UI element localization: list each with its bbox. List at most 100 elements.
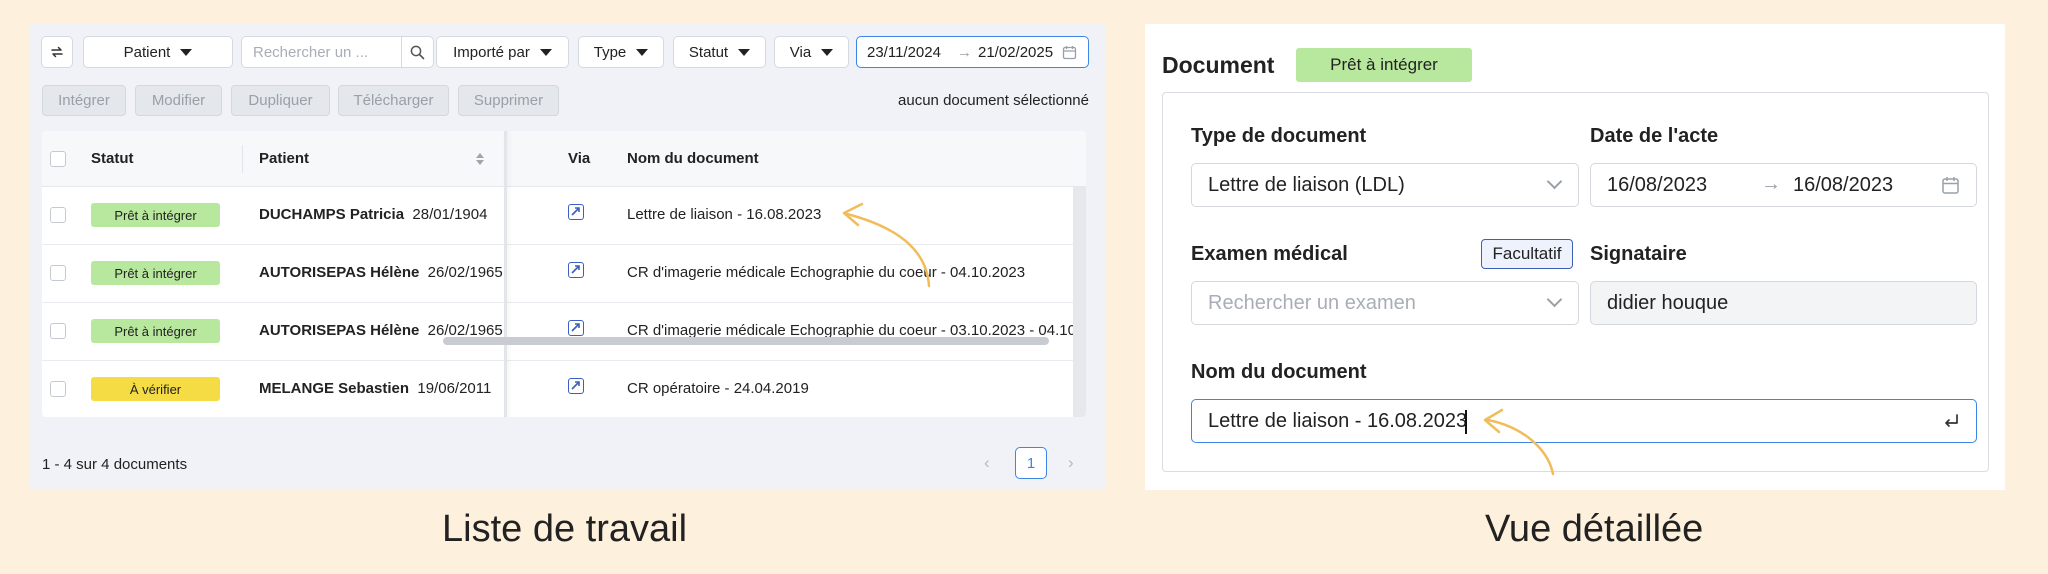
vertical-scrollbar[interactable] (1073, 187, 1086, 417)
via-filter-button[interactable]: Via (774, 36, 849, 68)
refresh-icon (51, 46, 63, 58)
table-row[interactable]: Prêt à intégrer AUTORISEPAS Hélène 26/02… (42, 245, 1073, 303)
optional-tag: Facultatif (1481, 239, 1573, 269)
patient-cell: MELANGE Sebastien 19/06/2011 (259, 380, 491, 397)
patient-name: AUTORISEPAS Hélène (259, 322, 420, 339)
column-via[interactable]: Via (568, 150, 590, 167)
detail-status-badge: Prêt à intégrer (1296, 48, 1472, 82)
column-patient[interactable]: Patient (259, 150, 309, 167)
row-checkbox[interactable] (50, 323, 66, 339)
doc-type-value: Lettre de liaison (LDL) (1208, 174, 1405, 196)
patient-search (241, 36, 434, 68)
exam-label: Examen médical (1191, 243, 1348, 265)
signatory-label: Signataire (1590, 243, 1687, 265)
type-filter-label: Type (593, 43, 627, 61)
act-date-from: 16/08/2023 (1607, 174, 1708, 196)
column-divider (242, 145, 243, 173)
caret-down-icon (738, 48, 751, 56)
table-header: Statut Patient Via Nom du document (42, 131, 1086, 187)
via-icon (568, 378, 584, 394)
caret-down-icon (180, 48, 193, 56)
row-checkbox[interactable] (50, 207, 66, 223)
date-from: 23/11/2024 (867, 44, 941, 61)
imported-by-filter-label: Importé par (453, 43, 530, 61)
documents-table: Statut Patient Via Nom du document Prêt … (42, 131, 1086, 417)
page-button[interactable]: 1 (1015, 447, 1047, 479)
row-checkbox[interactable] (50, 265, 66, 281)
calendar-icon (1062, 46, 1077, 60)
chevron-down-icon (1546, 173, 1563, 190)
table-row[interactable]: À vérifier MELANGE Sebastien 19/06/2011 … (42, 361, 1073, 417)
status-badge: Prêt à intégrer (91, 261, 220, 285)
next-page-icon[interactable]: › (1068, 453, 1074, 473)
caret-down-icon (539, 48, 552, 56)
row-checkbox[interactable] (50, 381, 66, 397)
exam-search-select[interactable]: Rechercher un examen (1191, 281, 1579, 325)
act-date-to: 16/08/2023 (1793, 174, 1894, 196)
document-count: 1 - 4 sur 4 documents (42, 456, 188, 473)
worklist-panel: Patient Importé par Type Statut Via 23/1… (29, 24, 1105, 490)
worklist-caption: Liste de travail (442, 508, 688, 550)
signatory-field[interactable]: didier houque (1590, 281, 1977, 325)
duplicate-button[interactable]: Dupliquer (231, 85, 330, 116)
patient-cell: AUTORISEPAS Hélène 26/02/1965 (259, 264, 503, 281)
chevron-down-icon (1546, 291, 1563, 308)
horizontal-scrollbar[interactable] (443, 337, 1049, 345)
doc-type-select[interactable]: Lettre de liaison (LDL) (1191, 163, 1579, 207)
detail-title: Document (1162, 52, 1275, 78)
document-name-cell: Lettre de liaison - 16.08.2023 (627, 206, 822, 223)
exam-placeholder: Rechercher un examen (1208, 292, 1416, 314)
detail-caption: Vue détaillée (1485, 508, 1704, 550)
doc-type-label: Type de document (1191, 125, 1367, 147)
patient-name: DUCHAMPS Patricia (259, 206, 405, 223)
document-name-cell: CR opératoire - 24.04.2019 (627, 380, 809, 397)
status-filter-label: Statut (688, 43, 729, 61)
date-range-arrow-icon: → (957, 44, 972, 61)
select-all-checkbox[interactable] (50, 151, 66, 167)
act-date-range[interactable]: 16/08/2023 → 16/08/2023 (1590, 163, 1977, 207)
act-date-label: Date de l'acte (1590, 125, 1719, 147)
patient-filter-button[interactable]: Patient (83, 36, 233, 68)
patient-search-input[interactable] (242, 37, 402, 67)
previous-page-icon[interactable]: ‹ (984, 453, 990, 473)
status-badge: Prêt à intégrer (91, 203, 220, 227)
document-form: Type de document Lettre de liaison (LDL)… (1162, 92, 1989, 472)
integrate-button[interactable]: Intégrer (42, 85, 126, 116)
table-row[interactable]: Prêt à intégrer AUTORISEPAS Hélène 26/02… (42, 303, 1073, 361)
status-filter-button[interactable]: Statut (673, 36, 766, 68)
via-icon (568, 204, 584, 220)
patient-dob: 28/01/1904 (412, 206, 488, 223)
caret-down-icon (636, 48, 649, 56)
via-icon (568, 320, 584, 336)
table-row[interactable]: Prêt à intégrer DUCHAMPS Patricia 28/01/… (42, 187, 1073, 245)
delete-button[interactable]: Supprimer (458, 85, 559, 116)
doc-name-input[interactable]: Lettre de liaison - 16.08.2023 (1191, 399, 1977, 443)
detail-panel: Document Prêt à intégrer Type de documen… (1145, 24, 2005, 490)
status-badge: Prêt à intégrer (91, 319, 220, 343)
column-document-name[interactable]: Nom du document (627, 150, 759, 167)
text-cursor (1465, 410, 1467, 434)
column-status[interactable]: Statut (91, 150, 134, 167)
edit-button[interactable]: Modifier (135, 85, 222, 116)
patient-cell: DUCHAMPS Patricia 28/01/1904 (259, 206, 487, 223)
patient-name: AUTORISEPAS Hélène (259, 264, 420, 281)
sort-icon[interactable] (475, 151, 485, 167)
refresh-button[interactable] (41, 36, 73, 68)
date-range-arrow-icon: → (1761, 173, 1781, 195)
patient-dob: 26/02/1965 (427, 264, 503, 281)
doc-name-value: Lettre de liaison - 16.08.2023 (1208, 410, 1468, 432)
imported-by-filter-button[interactable]: Importé par (436, 36, 569, 68)
download-button[interactable]: Télécharger (338, 85, 449, 116)
search-button[interactable] (401, 37, 433, 67)
type-filter-button[interactable]: Type (578, 36, 664, 68)
frozen-column-divider (504, 131, 507, 417)
date-to: 21/02/2025 (978, 44, 1054, 61)
status-badge: À vérifier (91, 377, 220, 401)
via-icon (568, 262, 584, 278)
enter-icon[interactable] (1942, 412, 1960, 430)
calendar-icon (1942, 177, 1959, 194)
selection-info: aucun document sélectionné (898, 92, 1089, 109)
patient-filter-label: Patient (123, 43, 171, 61)
date-range-filter[interactable]: 23/11/2024 → 21/02/2025 (856, 36, 1089, 68)
via-filter-label: Via (789, 43, 812, 61)
